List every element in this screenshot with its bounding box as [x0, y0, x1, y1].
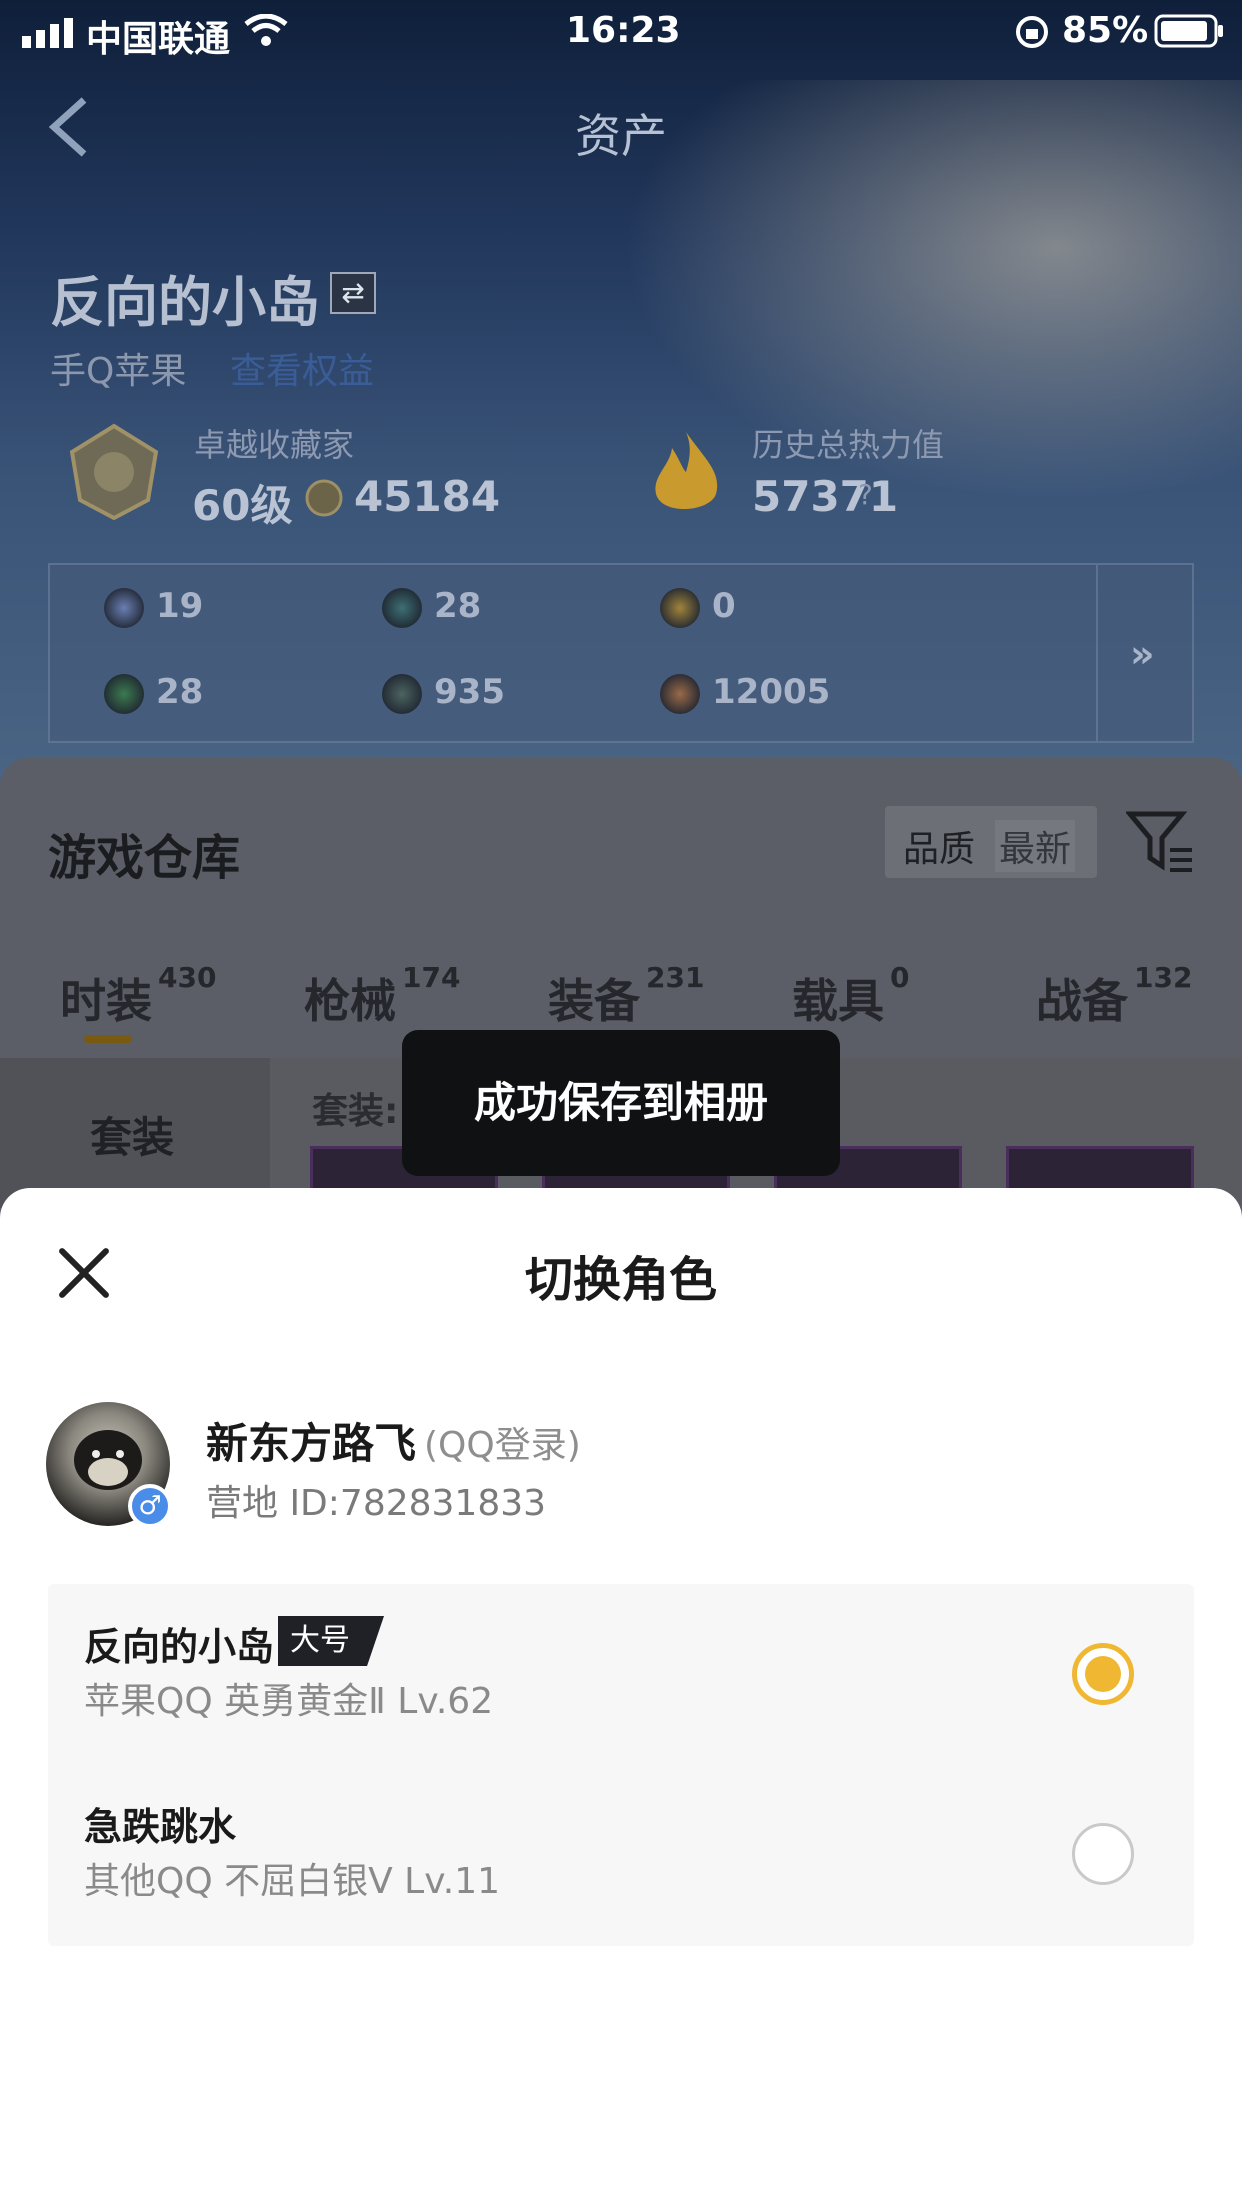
collector-badge-icon [56, 422, 172, 522]
tab-count: 231 [646, 961, 705, 994]
stat-value: 12005 [712, 672, 831, 712]
stat-value: 935 [434, 672, 505, 712]
sheet-title: 切换角色 [524, 1252, 717, 1308]
role-info: 苹果QQ 英勇黄金Ⅱ Lv.62 [84, 1681, 494, 1722]
asset-stats-panel[interactable] [48, 563, 1194, 743]
tab-count: 174 [402, 961, 461, 994]
toast-message: 成功保存到相册 [402, 1030, 840, 1176]
main-account-badge: 大号 [278, 1616, 384, 1666]
heat-help-icon[interactable]: ? [858, 478, 873, 511]
camp-id: 营地 ID:782831833 [206, 1483, 547, 1524]
tab-label: 时装 [60, 974, 152, 1028]
tab-label: 装备 [548, 974, 640, 1028]
tab-equipment[interactable]: 装备 231 [548, 961, 704, 1031]
warehouse-title: 游戏仓库 [48, 830, 241, 886]
tab-fashion[interactable]: 时装 430 [60, 961, 216, 1031]
tab-label: 战备 [1036, 974, 1128, 1028]
stat-value: 28 [156, 672, 204, 712]
wifi-icon [244, 13, 288, 46]
user-name: 新东方路飞 [206, 1419, 417, 1468]
sidebar-item-suits[interactable]: 套装 [90, 1104, 174, 1165]
stat-icon [104, 588, 144, 628]
platform-link[interactable]: 查看权益 [230, 342, 374, 394]
signal-icon [22, 18, 78, 48]
stat-icon [382, 588, 422, 628]
role-name: 反向的小岛 [50, 271, 320, 334]
suits-count-label: 套装: [312, 1091, 399, 1132]
battery-percent: 85% [1062, 10, 1149, 51]
rotation-lock-icon [1014, 14, 1050, 50]
stat-icon [382, 674, 422, 714]
role-name: 急跌跳水 [84, 1805, 237, 1849]
coin-icon [304, 478, 344, 518]
flame-icon [646, 428, 726, 518]
tab-label: 枪械 [304, 974, 396, 1028]
platform-label: 手Q苹果 [50, 351, 187, 392]
tab-count: 0 [890, 961, 910, 994]
tab-count: 132 [1134, 961, 1193, 994]
stat-icon [660, 588, 700, 628]
stat-icon [660, 674, 700, 714]
status-time: 16:23 [566, 10, 681, 51]
stat-value: 28 [434, 586, 482, 626]
tab-vehicles[interactable]: 载具 0 [792, 961, 909, 1031]
tab-label: 载具 [792, 974, 884, 1028]
collector-label: 卓越收藏家 [194, 426, 355, 464]
collector-level: 60级 [192, 481, 293, 530]
role-info: 其他QQ 不屈白银Ⅴ Lv.11 [84, 1861, 501, 1902]
tab-supplies[interactable]: 战备 132 [1036, 961, 1192, 1031]
active-tab-indicator [84, 1035, 132, 1043]
carrier-name: 中国联通 [86, 19, 231, 60]
battery-icon [1154, 14, 1224, 48]
role-radio[interactable] [1072, 1823, 1134, 1885]
coin-count: 45184 [354, 472, 501, 521]
stat-value: 0 [712, 586, 736, 626]
switch-role-icon[interactable]: ⇄ [330, 272, 376, 314]
tab-guns[interactable]: 枪械 174 [304, 961, 460, 1031]
sort-quality[interactable]: 品质 [903, 820, 975, 872]
filter-icon[interactable] [1124, 808, 1196, 874]
sort-toggle[interactable]: 品质 最新 [885, 806, 1097, 878]
stat-icon [104, 674, 144, 714]
tab-count: 430 [158, 961, 217, 994]
role-name: 反向的小岛 [84, 1625, 275, 1669]
stats-more-icon[interactable]: » [1130, 632, 1155, 676]
male-gender-icon: ♂ [128, 1484, 172, 1528]
login-type: (QQ登录) [424, 1425, 581, 1466]
sort-latest[interactable]: 最新 [995, 820, 1076, 872]
heat-value: 57371 [752, 472, 899, 521]
page-title: 资产 [575, 109, 667, 163]
stat-value: 19 [156, 586, 204, 626]
heat-label: 历史总热力值 [752, 426, 945, 464]
role-radio-selected[interactable] [1072, 1643, 1134, 1705]
stats-divider [1096, 565, 1098, 741]
